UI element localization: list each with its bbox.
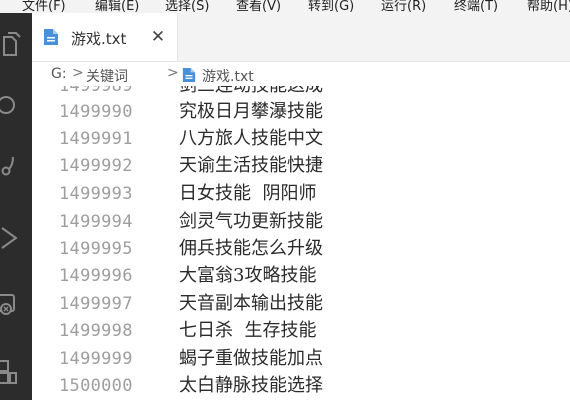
explorer-icon[interactable]	[0, 25, 32, 65]
line-number: 1499989	[59, 86, 133, 96]
line-text[interactable]: 佣兵技能怎么升级	[179, 236, 323, 262]
code-line: 1499994 剑灵气功更新技能	[32, 209, 570, 235]
menu-view[interactable]: 查看(V)	[236, 0, 281, 13]
line-text[interactable]: 天谕生活技能快捷	[179, 153, 323, 179]
tab-label: 游戏.txt	[71, 30, 127, 48]
line-number: 1499994	[59, 212, 133, 232]
menu-terminal[interactable]: 终端(T)	[454, 0, 498, 13]
code-line: 1499999 蝎子重做技能加点	[32, 346, 570, 372]
line-number: 1499990	[59, 102, 133, 122]
code-line: 1499991 八方旅人技能中文	[32, 126, 570, 152]
extensions-icon[interactable]	[0, 353, 32, 393]
line-number: 1499998	[59, 321, 133, 341]
remote-explorer-icon[interactable]	[0, 285, 32, 325]
breadcrumb: G: > 关键词 > 游戏.txt	[32, 62, 570, 86]
line-text[interactable]: 太白静脉技能选择	[179, 373, 323, 399]
menu-run[interactable]: 运行(R)	[381, 0, 426, 13]
code-line: 1499996 大富翁3攻略技能	[32, 263, 570, 289]
line-text[interactable]: 剑三连动技能这成	[179, 86, 323, 99]
code-line: 1499990 究极日月攀瀑技能	[32, 99, 570, 125]
close-icon[interactable]: ✕	[148, 27, 168, 47]
menu-help[interactable]: 帮助(H)	[527, 0, 570, 13]
line-text[interactable]: 七日杀 生存技能	[179, 318, 316, 344]
source-control-icon[interactable]	[0, 145, 32, 185]
line-number: 1499992	[59, 156, 133, 176]
menu-go[interactable]: 转到(G)	[308, 0, 354, 13]
line-text[interactable]: 蝎子重做技能加点	[179, 346, 323, 372]
code-line: 1499995 佣兵技能怎么升级	[32, 236, 570, 262]
chevron-right-icon: >	[72, 65, 84, 81]
line-text[interactable]: 日女技能 阴阳师	[179, 181, 316, 207]
tab-strip: 游戏.txt ✕	[32, 13, 570, 62]
text-file-icon	[44, 29, 58, 45]
line-text[interactable]: 剑灵气功更新技能	[179, 209, 323, 235]
line-text[interactable]: 天音副本输出技能	[179, 291, 323, 317]
tab-game-txt[interactable]: 游戏.txt ✕	[32, 13, 178, 61]
text-file-icon	[182, 68, 196, 82]
code-line: 1500000 太白静脉技能选择	[32, 373, 570, 399]
line-number: 1499991	[59, 129, 133, 149]
line-number: 1499993	[59, 184, 133, 204]
code-line: 1499993 日女技能 阴阳师	[32, 181, 570, 207]
search-icon[interactable]	[0, 85, 32, 125]
line-number: 1499996	[59, 266, 133, 286]
code-line: 1499997 天音副本输出技能	[32, 291, 570, 317]
activity-bar	[0, 13, 32, 400]
menu-bar: 文件(F) 编辑(E) 选择(S) 查看(V) 转到(G) 运行(R) 终端(T…	[0, 0, 570, 13]
run-debug-icon[interactable]	[0, 218, 32, 258]
line-number: 1499997	[59, 294, 133, 314]
code-line: 1499998 七日杀 生存技能	[32, 318, 570, 344]
line-number: 1499999	[59, 349, 133, 369]
line-number: 1499995	[59, 239, 133, 259]
code-line: 1499989 剑三连动技能这成	[32, 86, 570, 99]
line-number: 1500000	[59, 376, 133, 396]
line-text[interactable]: 八方旅人技能中文	[179, 126, 323, 152]
line-text[interactable]: 大富翁3攻略技能	[179, 263, 316, 289]
code-line: 1499992 天谕生活技能快捷	[32, 153, 570, 179]
breadcrumb-file[interactable]: 游戏.txt	[202, 66, 254, 86]
menu-file[interactable]: 文件(F)	[22, 0, 66, 13]
breadcrumb-folder[interactable]: 关键词	[86, 66, 128, 86]
chevron-right-icon: >	[167, 65, 179, 81]
menu-edit[interactable]: 编辑(E)	[95, 0, 139, 13]
editor[interactable]: 1499989 剑三连动技能这成 1499990 究极日月攀瀑技能 149999…	[32, 86, 570, 400]
line-text[interactable]: 究极日月攀瀑技能	[179, 99, 323, 125]
menu-selection[interactable]: 选择(S)	[165, 0, 209, 13]
breadcrumb-drive[interactable]: G:	[51, 66, 67, 82]
